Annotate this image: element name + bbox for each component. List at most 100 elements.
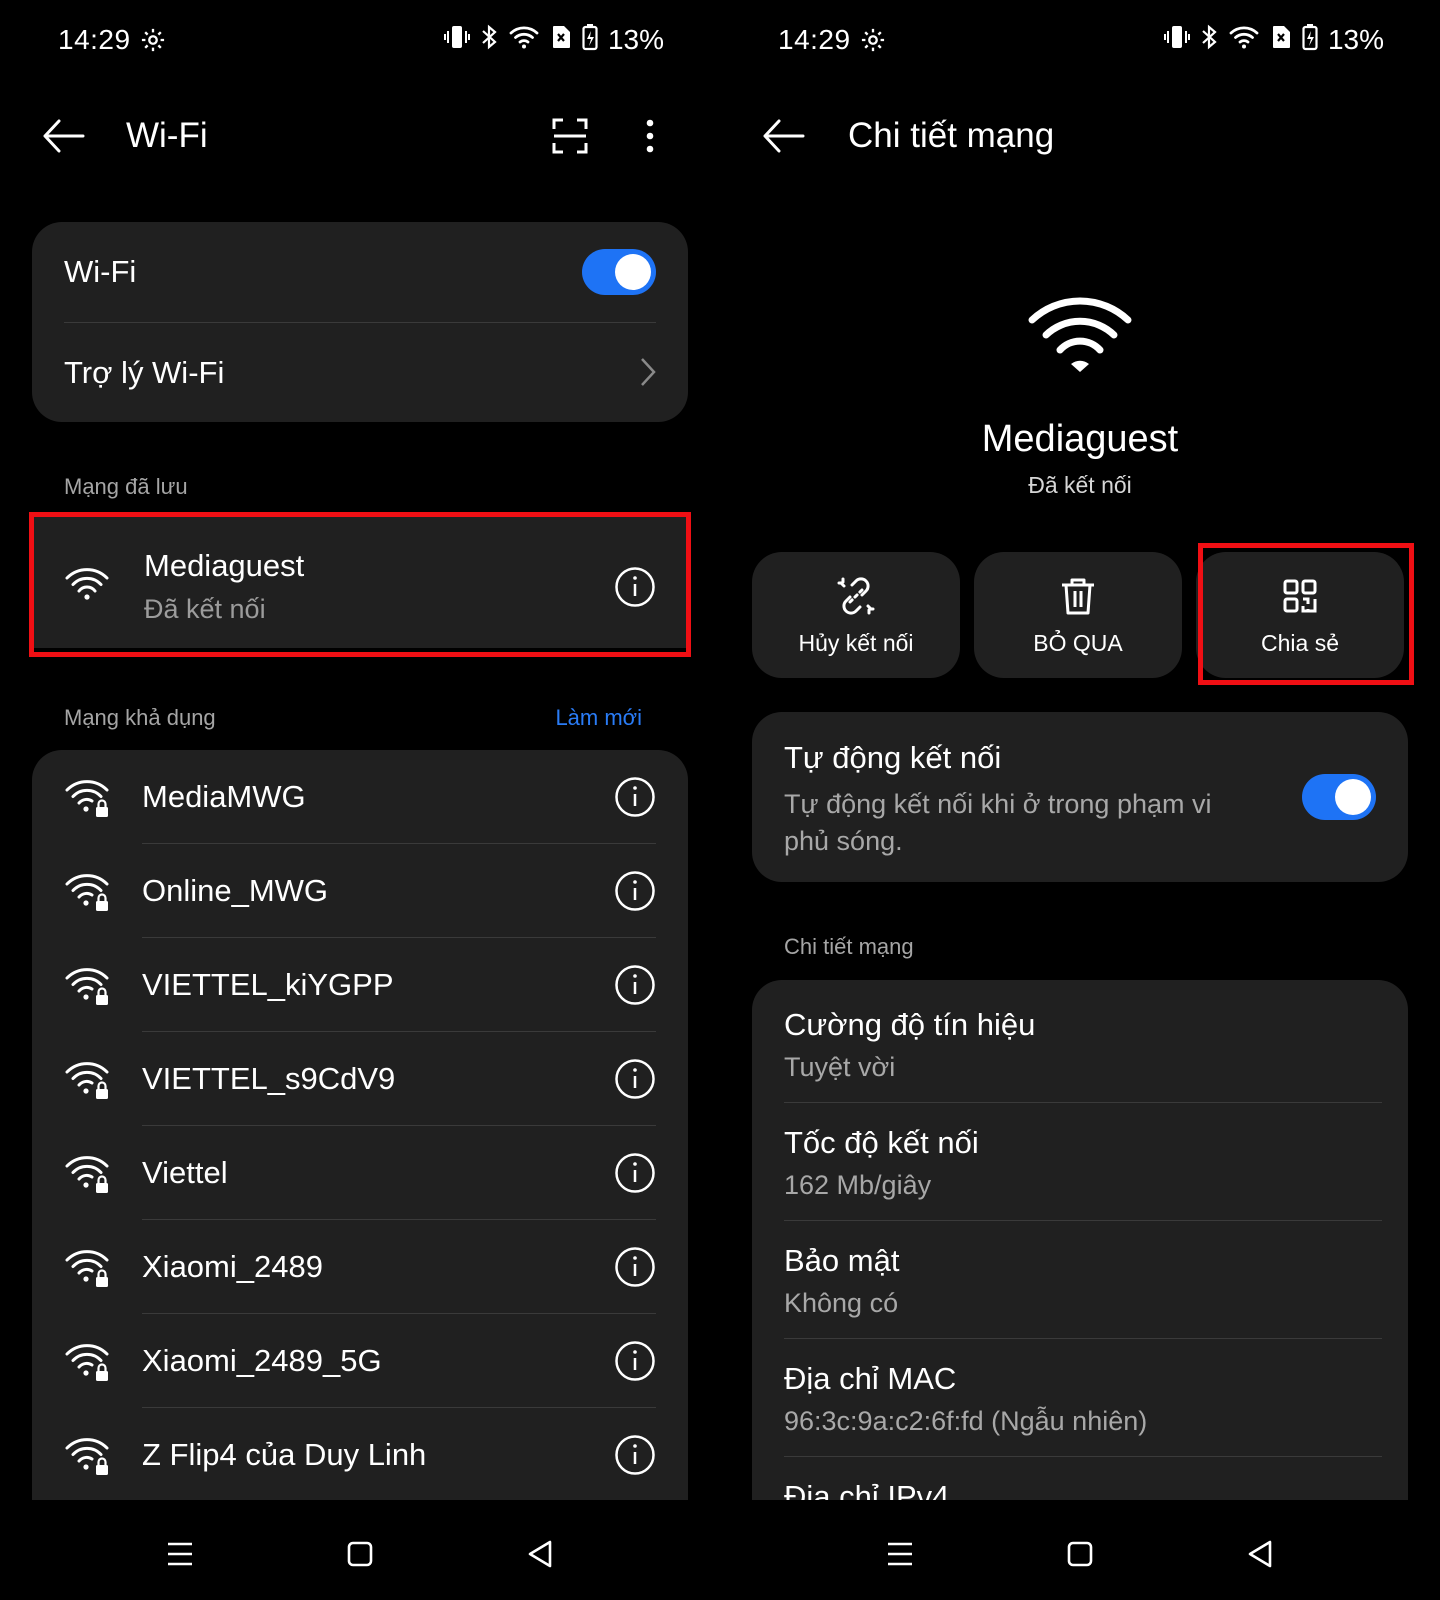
status-bar: 14:29 13% [778, 22, 1384, 58]
wifi-signal-icon [64, 566, 110, 607]
wifi-locked-icon [64, 966, 112, 1006]
info-icon[interactable] [614, 1434, 656, 1476]
share-label: Chia sẻ [1261, 630, 1339, 656]
share-button[interactable]: Chia sẻ [1196, 552, 1404, 678]
network-row[interactable]: MediaMWG [32, 750, 688, 844]
auto-connect-card[interactable]: Tự động kết nối Tự động kết nối khi ở tr… [752, 712, 1408, 882]
scan-icon [552, 118, 588, 154]
info-icon[interactable] [614, 1340, 656, 1382]
divider [784, 1102, 1382, 1103]
info-icon[interactable] [614, 1246, 656, 1288]
network-name: VIETTEL_s9CdV9 [142, 1061, 396, 1096]
network-status: Đã kết nối [1028, 472, 1132, 498]
status-time: 14:29 [58, 24, 131, 55]
wifi-assistant-label: Trợ lý Wi-Fi [64, 354, 225, 390]
app-bar: Wi-Fi [0, 100, 720, 172]
network-row[interactable]: Xiaomi_2489_5G [32, 1314, 688, 1408]
detail-label: Bảo mật [784, 1243, 900, 1278]
status-bar: 14:29 13% [58, 22, 664, 58]
wifi-status-icon [1228, 24, 1260, 57]
back-nav-button[interactable] [1240, 1536, 1280, 1572]
detail-value: Không có [784, 1288, 899, 1318]
status-icons: 13% [1163, 23, 1384, 58]
detail-row: Bảo mật Không có [784, 1242, 1382, 1320]
wifi-assistant-row[interactable]: Trợ lý Wi-Fi [32, 323, 688, 422]
auto-connect-desc-line1: Tự động kết nối khi ở trong phạm vi [784, 789, 1212, 819]
wifi-settings-screen: 14:29 13% Wi-Fi Wi-Fi Trợ lý Wi-Fi Mạng … [0, 0, 720, 1600]
back-button[interactable] [40, 114, 88, 158]
more-options-button[interactable] [628, 114, 672, 158]
detail-label: Tốc độ kết nối [784, 1125, 979, 1160]
triangle-back-icon [528, 1540, 552, 1568]
navigation-bar [0, 1500, 720, 1600]
network-row[interactable]: Z Flip4 của Duy Linh [32, 1408, 688, 1502]
recents-button[interactable] [160, 1536, 200, 1572]
detail-row: Cường độ tín hiệu Tuyệt vời [784, 1006, 1382, 1084]
bluetooth-icon [1200, 23, 1218, 58]
divider [784, 1220, 1382, 1221]
detail-row: Tốc độ kết nối 162 Mb/giây [784, 1124, 1382, 1202]
vibrate-icon [443, 23, 470, 58]
network-row[interactable]: Xiaomi_2489 [32, 1220, 688, 1314]
available-networks-list: MediaMWG Online_MWG VIETTEL_kiYGPP VIETTEL_… [32, 750, 688, 1530]
app-bar: Chi tiết mạng [720, 100, 1440, 172]
back-nav-button[interactable] [520, 1536, 560, 1572]
network-details-card: Cường độ tín hiệu Tuyệt vời Tốc độ kết nối… [752, 980, 1408, 1530]
network-name: Viettel [142, 1155, 228, 1190]
no-sim-icon [550, 24, 572, 57]
wifi-status-icon [508, 24, 540, 57]
recents-button[interactable] [880, 1536, 920, 1572]
home-button[interactable] [1060, 1536, 1100, 1572]
wifi-locked-icon [64, 1060, 112, 1100]
wifi-toggle[interactable] [582, 249, 656, 295]
disconnect-button[interactable]: Hủy kết nối [752, 552, 960, 678]
menu-icon [168, 1542, 192, 1566]
info-icon[interactable] [614, 1152, 656, 1194]
info-icon[interactable] [614, 566, 656, 613]
detail-value: 96:3c:9a:c2:6f:fd (Ngẫu nhiên) [784, 1406, 1148, 1436]
auto-connect-toggle[interactable] [1302, 774, 1376, 820]
available-networks-header: Mạng khả dụng [64, 705, 216, 730]
detail-row: Địa chỉ MAC 96:3c:9a:c2:6f:fd (Ngẫu nhiên… [784, 1360, 1382, 1438]
wifi-label: Wi-Fi [64, 254, 137, 289]
square-icon [1067, 1541, 1093, 1567]
info-icon[interactable] [614, 964, 656, 1006]
wifi-toggle-row[interactable]: Wi-Fi [32, 222, 688, 322]
gear-icon [859, 26, 887, 54]
network-row[interactable]: Online_MWG [32, 844, 688, 938]
vibrate-icon [1163, 23, 1190, 58]
network-row[interactable]: VIETTEL_s9CdV9 [32, 1032, 688, 1126]
arrow-left-icon [43, 119, 85, 153]
unlink-icon [837, 577, 875, 615]
detail-label: Địa chỉ MAC [784, 1361, 957, 1396]
info-icon[interactable] [614, 776, 656, 818]
wifi-locked-icon [64, 872, 112, 912]
back-button[interactable] [760, 114, 808, 158]
page-title: Wi-Fi [126, 116, 208, 155]
menu-icon [888, 1542, 912, 1566]
battery-percent: 13% [607, 24, 664, 55]
auto-connect-description: Tự động kết nối khi ở trong phạm vi phủ … [784, 786, 1212, 860]
wifi-locked-icon [64, 1436, 112, 1476]
navigation-bar [720, 1500, 1440, 1600]
network-row[interactable]: Viettel [32, 1126, 688, 1220]
network-name: VIETTEL_kiYGPP [142, 967, 394, 1002]
wifi-locked-icon [64, 778, 112, 818]
saved-network-status: Đã kết nối [144, 594, 266, 624]
info-icon[interactable] [614, 1058, 656, 1100]
wifi-locked-icon [64, 1248, 112, 1288]
detail-value: 162 Mb/giây [784, 1170, 932, 1200]
gear-icon [139, 26, 167, 54]
auto-connect-title: Tự động kết nối [784, 740, 1002, 775]
saved-network-row[interactable]: Mediaguest Đã kết nối [32, 516, 688, 648]
square-icon [347, 1541, 373, 1567]
disconnect-label: Hủy kết nối [798, 630, 914, 656]
scan-qr-button[interactable] [548, 114, 592, 158]
network-name: Online_MWG [142, 873, 329, 908]
home-button[interactable] [340, 1536, 380, 1572]
refresh-link[interactable]: Làm mới [555, 705, 642, 731]
info-icon[interactable] [614, 870, 656, 912]
saved-networks-header: Mạng đã lưu [64, 474, 188, 499]
network-row[interactable]: VIETTEL_kiYGPP [32, 938, 688, 1032]
forget-button[interactable]: BỎ QUA [974, 552, 1182, 678]
